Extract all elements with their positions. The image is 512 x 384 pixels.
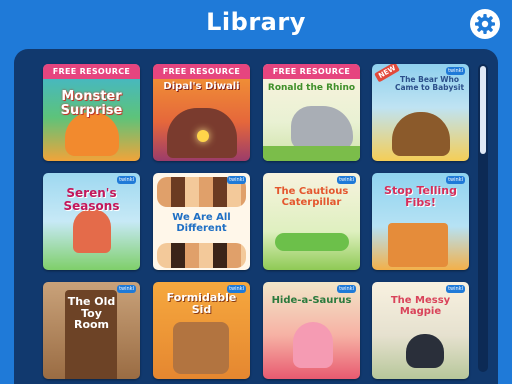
book-title: Ronald the Rhino — [267, 83, 356, 93]
grass-illustration — [263, 146, 360, 161]
settings-button[interactable] — [470, 9, 500, 39]
book-card-serens-seasons[interactable]: Seren's Seasons twinkl — [43, 173, 140, 270]
sid-illustration — [173, 322, 229, 374]
free-resource-badge: FREE RESOURCE — [263, 64, 360, 79]
book-card-we-are-all-different[interactable]: We Are All Different twinkl — [153, 173, 250, 270]
book-card-the-cautious-caterpillar[interactable]: The Cautious Caterpillar twinkl — [263, 173, 360, 270]
brand-logo: twinkl — [337, 285, 356, 293]
page-title: Library — [206, 8, 306, 36]
book-card-the-old-toy-room[interactable]: The Old Toy Room twinkl — [43, 282, 140, 379]
book-card-monster-surprise[interactable]: Monster Surprise FREE RESOURCE — [43, 64, 140, 161]
cupboard-illustration — [388, 223, 448, 267]
brand-logo: twinkl — [446, 176, 465, 184]
scrollbar[interactable] — [478, 64, 488, 372]
monster-illustration — [65, 112, 119, 156]
library-panel: Monster Surprise FREE RESOURCE Dipal's D… — [14, 49, 498, 384]
book-title: Stop Telling Fibs! — [384, 184, 457, 209]
app-header: Library — [0, 0, 512, 50]
scrollbar-thumb[interactable] — [480, 66, 486, 154]
girl-illustration — [73, 209, 111, 253]
book-title: The Old Toy Room — [67, 295, 116, 332]
free-resource-badge: FREE RESOURCE — [43, 64, 140, 79]
book-card-the-bear-who-came-to-babysit[interactable]: The Bear Who Came to Babysit NEW twinkl — [372, 64, 469, 161]
caterpillar-illustration — [275, 233, 349, 251]
gear-icon — [475, 14, 495, 34]
book-title: We Are All Different — [172, 212, 231, 234]
book-title: Formidable Sid — [166, 291, 237, 316]
book-title: The Bear Who Came to Babysit — [394, 75, 465, 92]
book-card-hide-a-saurus[interactable]: Hide-a-Saurus twinkl — [263, 282, 360, 379]
book-title: Hide-a-Saurus — [271, 295, 352, 306]
book-card-the-messy-magpie[interactable]: The Messy Magpie twinkl — [372, 282, 469, 379]
dinosaur-illustration — [293, 322, 333, 368]
brand-logo: twinkl — [117, 176, 136, 184]
book-title: Dipal's Diwali — [163, 81, 240, 92]
brand-logo: twinkl — [337, 176, 356, 184]
faces-illustration-bottom — [157, 243, 246, 268]
book-title: The Cautious Caterpillar — [274, 186, 349, 208]
book-card-stop-telling-fibs[interactable]: Stop Telling Fibs! twinkl — [372, 173, 469, 270]
brand-logo: twinkl — [446, 285, 465, 293]
book-title: The Messy Magpie — [390, 295, 451, 317]
book-card-ronald-the-rhino[interactable]: Ronald the Rhino FREE RESOURCE — [263, 64, 360, 161]
book-card-dipals-diwali[interactable]: Dipal's Diwali FREE RESOURCE — [153, 64, 250, 161]
book-title: Monster Surprise — [60, 89, 123, 118]
brand-logo: twinkl — [227, 176, 246, 184]
magpie-illustration — [406, 334, 444, 368]
diya-illustration — [197, 130, 209, 142]
brand-logo: twinkl — [227, 285, 246, 293]
book-card-formidable-sid[interactable]: Formidable Sid twinkl — [153, 282, 250, 379]
book-title: Seren's Seasons — [63, 186, 120, 213]
brand-logo: twinkl — [117, 285, 136, 293]
brand-logo: twinkl — [446, 67, 465, 75]
free-resource-badge: FREE RESOURCE — [153, 64, 250, 79]
